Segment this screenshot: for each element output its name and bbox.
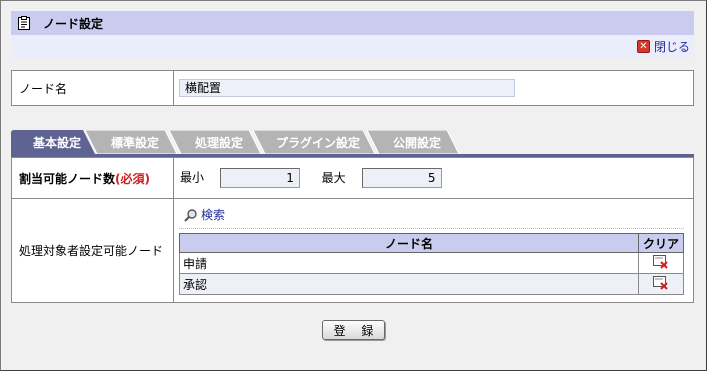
- tab-public[interactable]: 公開設定: [367, 130, 459, 154]
- tab-processing-label: 処理設定: [194, 135, 243, 150]
- close-bar: ✕ 閉じる: [11, 35, 694, 58]
- min-label: 最小: [180, 170, 205, 185]
- assign-count-label-cell: 割当可能ノード数(必須): [11, 157, 174, 199]
- clear-icon: [653, 254, 668, 269]
- tab-plugin-label: プラグイン設定: [275, 135, 360, 150]
- basic-settings-table: 割当可能ノード数(必須) 最小 1 最大 5 処理対象者設定可能ノード 検索 ノ…: [11, 157, 694, 303]
- clear-button[interactable]: [653, 275, 669, 293]
- node-name-table: ノード名 横配置: [11, 70, 694, 106]
- node-name-cell: 横配置: [173, 70, 694, 106]
- clear-button[interactable]: [653, 254, 669, 272]
- row-node-name: 申請: [179, 252, 639, 274]
- tab-plugin[interactable]: プラグイン設定: [253, 130, 375, 154]
- node-name-field[interactable]: 横配置: [179, 79, 515, 97]
- required-mark: (必須): [115, 171, 150, 186]
- search-icon: [184, 208, 197, 222]
- close-icon: ✕: [636, 40, 650, 53]
- tab-basic[interactable]: 基本設定: [11, 130, 95, 154]
- max-label: 最大: [321, 170, 346, 185]
- table-row: 申請: [179, 252, 684, 274]
- page-title: ノード設定: [43, 16, 104, 31]
- assign-count-label: 割当可能ノード数: [19, 171, 116, 186]
- tab-public-label: 公開設定: [392, 135, 441, 150]
- tab-basic-label: 基本設定: [32, 135, 81, 150]
- page-header: ノード設定: [11, 11, 694, 35]
- tab-processing[interactable]: 処理設定: [169, 130, 261, 154]
- clear-icon: [653, 275, 668, 290]
- row-node-name: 承認: [179, 273, 639, 295]
- column-header-clear: クリア: [638, 233, 684, 253]
- max-input[interactable]: 5: [361, 168, 442, 188]
- tab-bar: 基本設定 標準設定 処理設定 プラグイン設定 公開設定: [11, 130, 694, 154]
- table-row: 承認: [179, 273, 684, 295]
- search-link[interactable]: 検索: [184, 206, 225, 223]
- clipboard-icon: [17, 16, 31, 31]
- tab-standard-label: 標準設定: [110, 135, 159, 150]
- divider: [179, 228, 684, 229]
- node-name-label: ノード名: [11, 70, 174, 106]
- column-header-node-name: ノード名: [179, 233, 639, 253]
- search-label: 検索: [201, 208, 226, 222]
- close-label: 閉じる: [653, 40, 690, 54]
- assign-count-cell: 最小 1 最大 5: [173, 157, 694, 199]
- target-nodes-cell: 検索 ノード名 クリア 申請 承認: [173, 198, 694, 303]
- target-nodes-label: 処理対象者設定可能ノード: [11, 198, 174, 303]
- min-input[interactable]: 1: [219, 168, 300, 188]
- close-button[interactable]: ✕ 閉じる: [636, 38, 690, 55]
- target-node-table: ノード名 クリア 申請 承認: [179, 233, 684, 295]
- tab-standard[interactable]: 標準設定: [85, 130, 177, 154]
- register-button[interactable]: 登 録: [322, 320, 385, 340]
